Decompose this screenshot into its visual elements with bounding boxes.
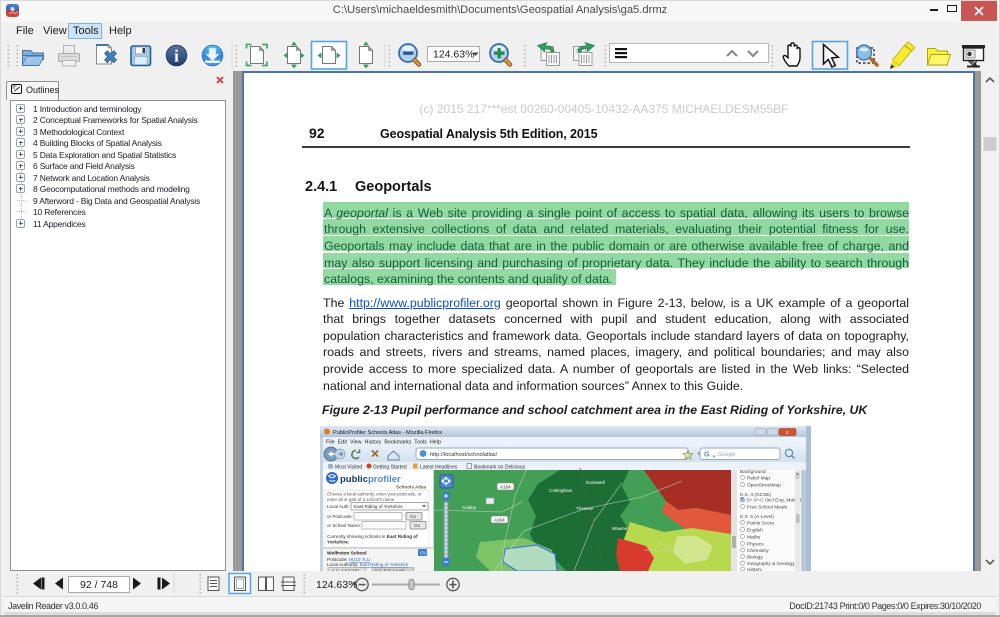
- svg-text:A164: A164: [500, 485, 511, 490]
- svg-text:K.S. 5 (A-Level): K.S. 5 (A-Level): [740, 514, 774, 520]
- svg-text:East Riding of Yorkshire: East Riding of Yorkshire: [354, 504, 403, 509]
- svg-text:Relief Map: Relief Map: [747, 476, 770, 482]
- svg-text:Biology: Biology: [747, 555, 763, 561]
- svg-text:Thearne: Thearne: [576, 506, 594, 511]
- svg-text:Go: Go: [414, 523, 421, 528]
- svg-text:Dunswell: Dunswell: [586, 480, 605, 485]
- svg-text:Wawne: Wawne: [612, 526, 628, 531]
- svg-text:PublicProfiler Schools Atlas -: PublicProfiler Schools Atlas - Mozilla F…: [333, 430, 442, 436]
- svg-text:publicprofiler: publicprofiler: [340, 474, 401, 485]
- svg-text:Chemistry: Chemistry: [747, 548, 769, 554]
- svg-text:Yorkshire.: Yorkshire.: [327, 540, 349, 545]
- svg-text:5+ A*-C (incl Eng, Maths): 5+ A*-C (incl Eng, Maths): [747, 498, 801, 504]
- svg-text:Geography & Geology: Geography & Geology: [747, 561, 795, 567]
- svg-text:Bookmark on Delicious: Bookmark on Delicious: [474, 465, 526, 471]
- svg-text:124.63%: 124.63%: [316, 579, 357, 591]
- svg-text:Free School Meals: Free School Meals: [747, 505, 788, 511]
- svg-text:K.S. 5 (A-Level): K.S. 5 (A-Level): [375, 569, 405, 572]
- svg-text:92 / 748: 92 / 748: [80, 579, 118, 591]
- svg-text:CV: CV: [420, 551, 426, 556]
- svg-text:File Edit View History Boo: File Edit View History Bookmarks Tools H…: [326, 440, 441, 446]
- svg-text:History: History: [747, 567, 763, 571]
- svg-text:OpenStreetMap: OpenStreetMap: [747, 483, 781, 489]
- svg-text:Go: Go: [410, 514, 417, 519]
- svg-text:Schools Atlas: Schools Atlas: [396, 485, 427, 490]
- svg-text:Cottingham: Cottingham: [549, 488, 573, 493]
- svg-text:http://localhost/schoolatlas/: http://localhost/schoolatlas/: [430, 452, 498, 458]
- svg-text:Points Score: Points Score: [747, 521, 775, 527]
- svg-text:Maths: Maths: [747, 535, 761, 541]
- svg-text:Google: Google: [718, 452, 735, 458]
- svg-text:i: i: [174, 47, 179, 66]
- svg-text:Getting Started: Getting Started: [373, 465, 407, 471]
- svg-text:G: G: [704, 452, 710, 459]
- svg-text:or Postcode:: or Postcode:: [327, 514, 353, 519]
- svg-text:K.S. 4 (GCSE): K.S. 4 (GCSE): [332, 569, 360, 572]
- svg-text:enter all or part of a school': enter all or part of a school's name.: [327, 497, 395, 502]
- svg-text:Latest Headlines: Latest Headlines: [420, 465, 458, 471]
- svg-text:Anlaby: Anlaby: [462, 505, 477, 510]
- svg-text:K.S. 4 (GCSE): K.S. 4 (GCSE): [740, 492, 772, 498]
- svg-text:Physics: Physics: [747, 542, 764, 548]
- svg-text:Choose a local authority, ente: Choose a local authority, enter your pos…: [327, 492, 422, 497]
- svg-text:Currently showing schools in E: Currently showing schools in East Riding…: [327, 534, 418, 539]
- svg-text:Local Auth:: Local Auth:: [327, 504, 350, 509]
- svg-text:English: English: [747, 528, 763, 534]
- svg-text:or School Name:: or School Name:: [327, 523, 361, 528]
- svg-text:124.63%: 124.63%: [433, 49, 474, 61]
- svg-text:A164: A164: [494, 518, 505, 523]
- svg-text:Local Authority: East Riding o: Local Authority: East Riding of Yorkshir…: [327, 562, 409, 567]
- svg-text:Wolfreton School: Wolfreton School: [327, 551, 367, 557]
- svg-text:Most Visited: Most Visited: [335, 465, 362, 471]
- svg-text:Background:: Background:: [740, 469, 767, 475]
